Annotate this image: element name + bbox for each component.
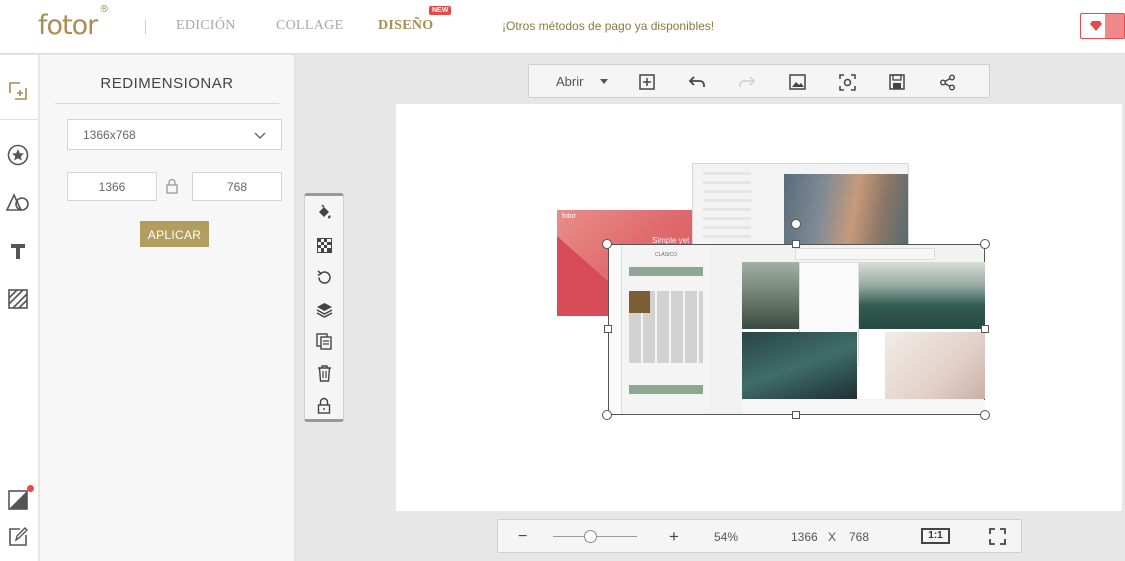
size-preset-select[interactable]: 1366x768 <box>67 119 282 150</box>
inner-zoom-bar <box>742 400 985 414</box>
back-shot-photo <box>784 174 908 247</box>
premium-button[interactable] <box>1080 13 1125 39</box>
zoom-bar: − + 54% 1366 X 768 1:1 <box>497 519 1022 553</box>
layers-icon[interactable] <box>315 300 333 318</box>
zoom-out-button[interactable]: − <box>518 528 527 546</box>
add-icon[interactable] <box>637 72 657 92</box>
height-input[interactable]: 768 <box>192 172 282 201</box>
zoom-percent: 54% <box>714 530 739 544</box>
width-input[interactable]: 1366 <box>67 172 157 201</box>
premium-button-fill <box>1105 14 1124 38</box>
back-shot-menu <box>703 172 751 247</box>
inner-layout-grid <box>629 291 703 363</box>
save-icon[interactable] <box>887 72 907 92</box>
thumbnail-logo: fotor <box>562 213 577 220</box>
inner-photo-cup <box>885 332 985 399</box>
image-icon[interactable] <box>787 72 807 92</box>
inner-photo-forest <box>859 262 985 329</box>
screenshot-image-back[interactable] <box>692 163 909 248</box>
aspect-lock-icon[interactable] <box>165 178 179 194</box>
rotate-icon[interactable] <box>315 268 333 286</box>
new-badge: NEW <box>429 6 452 15</box>
dimension-separator: X <box>828 530 837 544</box>
zoom-in-button[interactable]: + <box>669 527 679 547</box>
nav-diseno[interactable]: DISEÑO <box>378 18 433 34</box>
inner-panel: CLÁSICO <box>623 245 709 414</box>
background-pattern-icon[interactable] <box>6 287 30 311</box>
diamond-icon <box>1090 21 1102 31</box>
canvas-toolbar: Abrir <box>528 64 990 98</box>
redo-icon[interactable] <box>737 72 757 92</box>
chevron-down-icon <box>254 132 266 139</box>
resize-handle-tl[interactable] <box>602 239 612 249</box>
fullscreen-icon[interactable] <box>989 528 1006 545</box>
screenshot-image-selected[interactable]: CLÁSICO <box>608 244 985 415</box>
panel-title: REDIMENSIONAR <box>55 75 279 104</box>
lock-icon[interactable] <box>315 396 333 414</box>
zoom-slider-handle[interactable] <box>584 530 597 543</box>
resize-handle-bottom[interactable] <box>792 411 800 419</box>
rotate-handle[interactable] <box>791 219 801 229</box>
logo-registered-mark: ® <box>99 4 110 15</box>
canvas-width-readout: 1366 <box>791 530 818 544</box>
resize-handle-br[interactable] <box>980 410 990 420</box>
resize-panel: REDIMENSIONAR 1366x768 1366 768 APLICAR <box>40 55 295 561</box>
open-menu-button[interactable]: Abrir <box>556 74 583 89</box>
layout-icon[interactable] <box>6 488 30 512</box>
canvas-height-readout: 768 <box>849 530 870 544</box>
add-frame-icon[interactable] <box>6 79 30 103</box>
rail-divider <box>0 119 38 120</box>
promo-link[interactable]: ¡Otros métodos de pago ya disponibles! <box>502 19 714 33</box>
transparency-icon[interactable] <box>315 236 333 254</box>
logo-text: fotor <box>38 10 98 41</box>
size-preset-value: 1366x768 <box>83 128 136 142</box>
resize-handle-tr[interactable] <box>980 239 990 249</box>
inner-collage <box>742 262 985 399</box>
actual-size-button[interactable]: 1:1 <box>921 528 950 544</box>
shapes-icon[interactable] <box>6 191 30 215</box>
top-bar: fotor® EDICIÓN COLLAGE DISEÑO NEW ¡Otros… <box>0 0 1125 54</box>
delete-icon[interactable] <box>315 364 333 382</box>
fill-icon[interactable] <box>315 203 333 221</box>
inner-panel-bar <box>629 267 703 276</box>
apply-button[interactable]: APLICAR <box>140 221 209 247</box>
caret-down-icon[interactable] <box>600 79 608 84</box>
resize-handle-left[interactable] <box>604 325 612 333</box>
resize-handle-right[interactable] <box>981 325 989 333</box>
inner-panel-title: CLÁSICO <box>655 252 677 258</box>
star-icon[interactable] <box>6 143 30 167</box>
nav-collage[interactable]: COLLAGE <box>276 18 343 34</box>
resize-handle-bl[interactable] <box>602 410 612 420</box>
inner-photo-road <box>742 262 800 329</box>
inner-toolbar <box>795 248 935 260</box>
focus-icon[interactable] <box>837 72 857 92</box>
resize-handle-top[interactable] <box>792 240 800 248</box>
inner-photo-scooter <box>742 332 857 399</box>
copy-icon[interactable] <box>315 332 333 350</box>
text-icon[interactable] <box>6 239 30 263</box>
undo-icon[interactable] <box>687 72 707 92</box>
notification-dot <box>27 485 34 492</box>
inner-selected-layout <box>629 291 650 313</box>
edit-icon[interactable] <box>6 525 30 549</box>
fotor-logo[interactable]: fotor® <box>38 4 109 41</box>
share-icon[interactable] <box>937 72 957 92</box>
element-tools <box>304 193 344 422</box>
nav-divider <box>145 20 146 34</box>
left-icon-rail <box>0 55 39 561</box>
inner-panel-bar-2 <box>629 385 703 394</box>
nav-edicion[interactable]: EDICIÓN <box>176 18 236 34</box>
